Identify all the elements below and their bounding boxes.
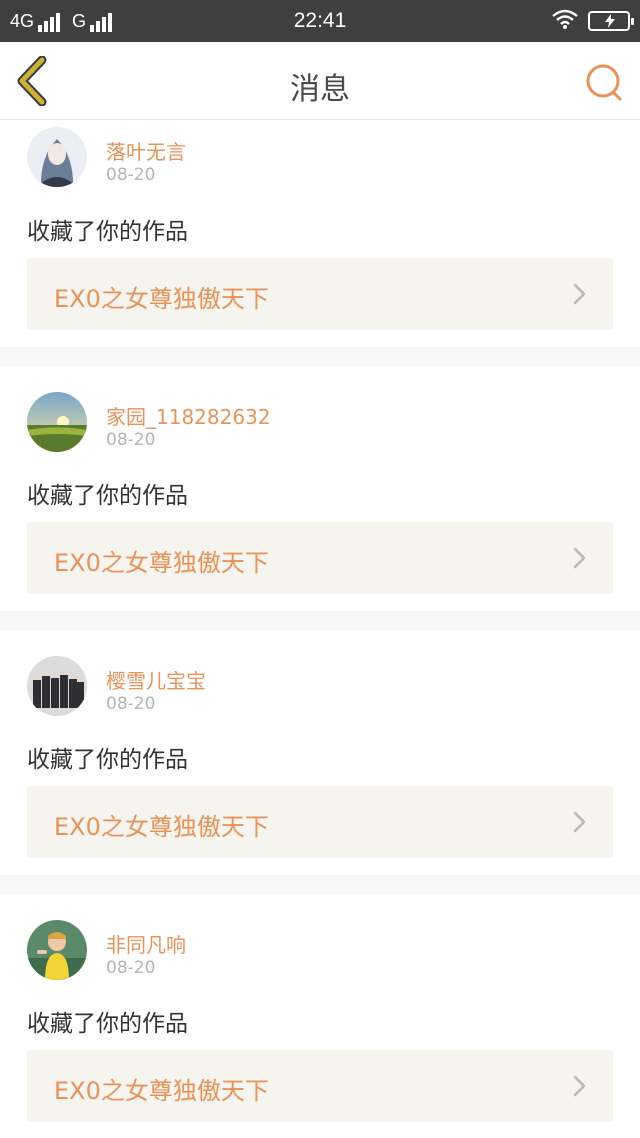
message-card: 落叶无言 08-20 收藏了你的作品 EX0之女尊独傲天下 — [0, 121, 640, 347]
username[interactable]: 落叶无言 — [106, 136, 186, 165]
search-button[interactable] — [584, 62, 624, 102]
message-action: 收藏了你的作品 — [27, 483, 188, 509]
clock: 22:41 — [293, 9, 347, 32]
chevron-right-icon — [573, 1075, 586, 1097]
search-icon — [586, 64, 622, 101]
work-link[interactable]: EX0之女尊独傲天下 — [27, 1050, 613, 1122]
message-date: 08-20 — [106, 165, 156, 185]
chevron-right-icon — [573, 811, 586, 833]
work-link[interactable]: EX0之女尊独傲天下 — [27, 522, 613, 594]
username[interactable]: 樱雪儿宝宝 — [106, 665, 206, 694]
message-date: 08-20 — [106, 694, 156, 714]
work-link[interactable]: EX0之女尊独傲天下 — [27, 786, 613, 858]
message-card: 樱雪儿宝宝 08-20 收藏了你的作品 EX0之女尊独傲天下 — [0, 630, 640, 875]
avatar[interactable] — [27, 127, 87, 187]
avatar[interactable] — [27, 656, 87, 716]
wifi-icon — [552, 9, 578, 33]
work-link[interactable]: EX0之女尊独傲天下 — [27, 258, 613, 330]
message-action: 收藏了你的作品 — [27, 747, 188, 773]
status-icons — [552, 9, 634, 33]
separator — [0, 347, 640, 366]
message-card: 非同凡响 08-20 收藏了你的作品 EX0之女尊独傲天下 — [0, 894, 640, 1138]
message-action: 收藏了你的作品 — [27, 219, 188, 245]
status-bar: 4G G 22:41 — [0, 0, 640, 42]
chevron-right-icon — [573, 547, 586, 569]
username[interactable]: 非同凡响 — [106, 929, 186, 958]
chevron-right-icon — [573, 283, 586, 305]
battery-icon — [588, 11, 634, 31]
message-card: 家园_118282632 08-20 收藏了你的作品 EX0之女尊独傲天下 — [0, 366, 640, 611]
work-title: EX0之女尊独傲天下 — [54, 549, 269, 577]
page-title: 消息 — [290, 72, 350, 107]
nav-bar: 消息 — [0, 42, 640, 120]
username[interactable]: 家园_118282632 — [106, 401, 271, 430]
avatar[interactable] — [27, 392, 87, 452]
message-action: 收藏了你的作品 — [27, 1011, 188, 1037]
work-title: EX0之女尊独傲天下 — [54, 813, 269, 841]
message-date: 08-20 — [106, 430, 156, 450]
separator — [0, 611, 640, 630]
work-title: EX0之女尊独傲天下 — [54, 1077, 269, 1105]
message-date: 08-20 — [106, 958, 156, 978]
work-title: EX0之女尊独傲天下 — [54, 285, 269, 313]
separator — [0, 875, 640, 894]
avatar[interactable] — [27, 920, 87, 980]
